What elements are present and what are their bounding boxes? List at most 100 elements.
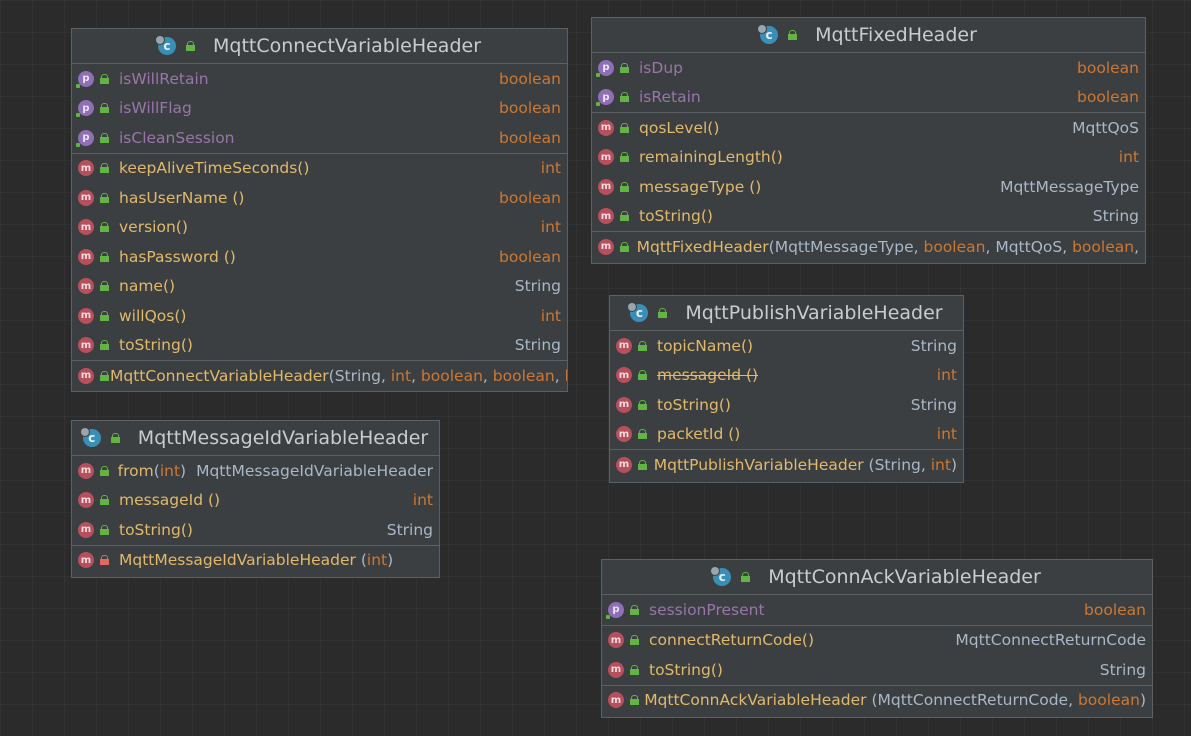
param: String <box>334 366 381 385</box>
constructors-section: m MqttConnectVariableHeader (String, int, … <box>72 361 567 391</box>
constructor-row[interactable]: m MqttMessageIdVariableHeader (int) <box>72 546 439 576</box>
public-lock-icon <box>658 308 668 318</box>
field-row[interactable]: p isDup boolean <box>592 53 1145 83</box>
public-lock-icon <box>100 251 109 262</box>
class-node-mqtt-connect-variable-header[interactable]: c MqttConnectVariableHeader p isWillRetai… <box>71 28 568 392</box>
field-row[interactable]: p isCleanSession boolean <box>72 123 567 153</box>
return-type: String <box>514 277 561 296</box>
public-lock-icon <box>638 399 647 410</box>
method-icon: m <box>616 337 632 354</box>
constructor-row[interactable]: m MqttConnAckVariableHeader (MqttConnectR… <box>602 686 1152 716</box>
class-header[interactable]: c MqttConnectVariableHeader <box>72 29 567 64</box>
public-lock-icon <box>741 572 751 582</box>
field-name: isWillFlag <box>119 99 192 118</box>
method-row[interactable]: m messageId () int <box>72 486 439 516</box>
field-type: boolean <box>1084 600 1146 619</box>
class-header[interactable]: c MqttPublishVariableHeader <box>610 296 963 331</box>
public-lock-icon <box>630 604 639 615</box>
return-type: String <box>910 336 957 355</box>
method-row[interactable]: m hasUserName () boolean <box>72 183 567 213</box>
method-row[interactable]: m version() int <box>72 213 567 243</box>
method-name: toString() <box>119 520 193 539</box>
return-type: MqttQoS <box>1072 118 1139 137</box>
field-row[interactable]: p sessionPresent boolean <box>602 595 1152 625</box>
constructor-name: MqttConnectVariableHeader <box>110 366 329 385</box>
constructors-section: m MqttPublishVariableHeader (String, int) <box>610 450 963 480</box>
fields-section: p sessionPresent boolean <box>602 595 1152 626</box>
class-node-mqtt-fixed-header[interactable]: c MqttFixedHeader p isDup boolean p isRetai… <box>591 17 1146 264</box>
field-type: boolean <box>499 69 561 88</box>
method-row[interactable]: m remainingLength() int <box>592 143 1145 173</box>
class-name: MqttConnectVariableHeader <box>212 35 482 57</box>
method-icon: m <box>78 492 94 509</box>
method-icon: m <box>78 367 94 384</box>
return-type: int <box>412 491 433 510</box>
field-type: boolean <box>1077 58 1139 77</box>
constructor-row[interactable]: m MqttFixedHeader (MqttMessageType, boolea… <box>592 232 1145 262</box>
constructor-row[interactable]: m MqttConnectVariableHeader (String, int, … <box>72 361 567 391</box>
constructors-section: m MqttFixedHeader (MqttMessageType, boolea… <box>592 232 1145 262</box>
constructor-name: MqttMessageIdVariableHeader <box>119 551 356 570</box>
public-lock-icon <box>620 241 629 252</box>
public-lock-icon <box>185 41 195 51</box>
method-row[interactable]: m toString() String <box>592 202 1145 232</box>
public-lock-icon <box>100 222 109 233</box>
method-row[interactable]: m connectReturnCode() MqttConnectReturnCod… <box>602 626 1152 656</box>
public-lock-icon <box>620 181 629 192</box>
return-type: int <box>936 425 957 444</box>
method-row[interactable]: m toString() String <box>72 331 567 361</box>
method-name: keepAliveTimeSeconds() <box>119 159 310 178</box>
method-icon: m <box>608 632 624 649</box>
method-row[interactable]: m keepAliveTimeSeconds() int <box>72 154 567 184</box>
param: boolean <box>1072 237 1135 256</box>
public-lock-icon <box>100 340 109 351</box>
method-row[interactable]: m hasPassword () boolean <box>72 242 567 272</box>
method-icon: m <box>598 119 614 136</box>
public-lock-icon <box>100 132 109 143</box>
public-lock-icon <box>100 73 109 84</box>
method-name: connectReturnCode() <box>649 631 814 650</box>
method-icon: m <box>78 278 94 295</box>
class-node-mqtt-connack-variable-header[interactable]: c MqttConnAckVariableHeader p sessionPres… <box>601 559 1153 718</box>
method-name: messageId () <box>119 491 221 510</box>
method-row-deprecated[interactable]: m messageId () int <box>610 361 963 391</box>
field-row[interactable]: p isWillRetain boolean <box>72 64 567 94</box>
return-type: int <box>540 218 561 237</box>
method-icon: m <box>78 160 94 177</box>
field-name: sessionPresent <box>649 600 765 619</box>
method-icon: m <box>78 189 94 206</box>
method-row[interactable]: m name() String <box>72 272 567 302</box>
param: String <box>874 455 921 474</box>
public-lock-icon <box>620 152 629 163</box>
method-row[interactable]: m packetId () int <box>610 420 963 450</box>
method-row[interactable]: m willQos() int <box>72 301 567 331</box>
method-icon: m <box>78 521 94 538</box>
method-row[interactable]: m qosLevel() MqttQoS <box>592 113 1145 143</box>
method-row[interactable]: m toString() String <box>610 390 963 420</box>
method-icon: m <box>616 396 632 413</box>
public-lock-icon <box>100 163 109 174</box>
class-header[interactable]: c MqttMessageIdVariableHeader <box>72 421 439 456</box>
method-name: toString() <box>657 395 731 414</box>
return-type: MqttMessageIdVariableHeader <box>196 461 433 480</box>
method-row[interactable]: m from (int) MqttMessageIdVariableHeader <box>72 456 439 486</box>
constructor-row[interactable]: m MqttPublishVariableHeader (String, int) <box>610 450 963 480</box>
class-header[interactable]: c MqttConnAckVariableHeader <box>602 560 1152 595</box>
public-lock-icon <box>100 310 109 321</box>
method-row[interactable]: m toString() String <box>72 515 439 545</box>
field-row[interactable]: p isRetain boolean <box>592 83 1145 113</box>
class-icon: c <box>757 24 779 44</box>
field-row[interactable]: p isWillFlag boolean <box>72 94 567 124</box>
methods-section: m from (int) MqttMessageIdVariableHeader mm… <box>72 456 439 546</box>
method-row[interactable]: m messageType () MqttMessageType <box>592 172 1145 202</box>
constructors-section: m MqttConnAckVariableHeader (MqttConnectR… <box>602 686 1152 716</box>
return-type: String <box>514 336 561 355</box>
method-name: qosLevel() <box>639 118 720 137</box>
method-row[interactable]: m toString() String <box>602 655 1152 685</box>
class-node-mqtt-message-id-variable-header[interactable]: c MqttMessageIdVariableHeader m from (int)… <box>71 420 440 578</box>
class-node-mqtt-publish-variable-header[interactable]: c MqttPublishVariableHeader m topicName()… <box>609 295 964 483</box>
param: boolean <box>1077 691 1140 710</box>
class-header[interactable]: c MqttFixedHeader <box>592 18 1145 53</box>
method-row[interactable]: m topicName() String <box>610 331 963 361</box>
class-name: MqttMessageIdVariableHeader <box>137 427 429 449</box>
